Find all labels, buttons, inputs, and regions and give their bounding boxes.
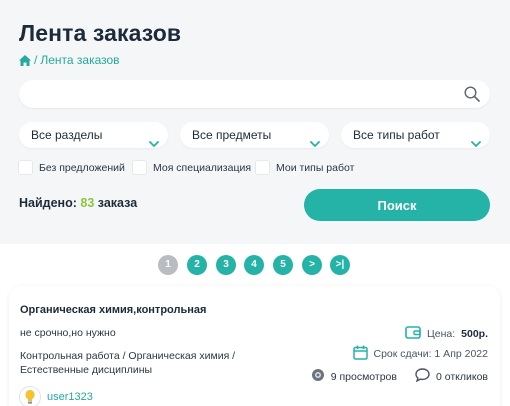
- search-bar: [19, 80, 490, 108]
- work-types-select-value: Все типы работ: [353, 128, 440, 142]
- order-author[interactable]: user1323: [20, 387, 93, 406]
- work-types-select[interactable]: Все типы работ: [341, 122, 490, 148]
- checkbox-box[interactable]: [256, 161, 269, 174]
- sections-select-value: Все разделы: [31, 128, 103, 142]
- calendar-icon: [352, 345, 368, 363]
- price-value: 500р.: [461, 327, 488, 340]
- results-count-number: 83: [80, 196, 95, 210]
- checkbox-box[interactable]: [133, 161, 146, 174]
- next-page-button[interactable]: >: [302, 255, 322, 275]
- avatar[interactable]: [20, 387, 40, 406]
- pagination: 1 2 3 4 5 > >|: [0, 244, 510, 286]
- page-4-button[interactable]: 4: [244, 255, 264, 275]
- page-3-button[interactable]: 3: [216, 255, 236, 275]
- results-found-label: Найдено:: [19, 196, 77, 210]
- subjects-select[interactable]: Все предметы: [180, 122, 329, 148]
- order-title[interactable]: Органическая химия,контрольная: [20, 304, 206, 316]
- last-page-button[interactable]: >|: [330, 255, 350, 275]
- checkbox-label: Без предложений: [39, 161, 125, 174]
- header-section: Лента заказов / Лента заказов Все раздел…: [0, 0, 510, 244]
- order-category: Контрольная работа / Органическая химия …: [20, 350, 236, 376]
- order-deadline: Срок сдачи: 1 Апр 2022: [352, 345, 489, 363]
- search-icon[interactable]: [464, 86, 480, 107]
- order-stats: 9 просмотров 0 откликов: [311, 368, 488, 385]
- page-title: Лента заказов: [19, 20, 182, 46]
- deadline-text: Срок сдачи: 1 Апр 2022: [373, 348, 489, 360]
- sections-select[interactable]: Все разделы: [19, 122, 168, 148]
- page-2-button[interactable]: 2: [187, 255, 207, 275]
- home-icon[interactable]: [19, 54, 31, 66]
- price-label: Цена:: [426, 327, 456, 340]
- checkbox-label: Моя специализация: [153, 161, 252, 174]
- no-offers-checkbox[interactable]: Без предложений: [19, 161, 125, 174]
- order-price: Цена: 500р.: [405, 325, 488, 342]
- my-work-types-checkbox[interactable]: Мои типы работ: [256, 161, 354, 174]
- wallet-icon: [405, 325, 421, 342]
- chevron-down-icon: [471, 131, 481, 157]
- breadcrumb-separator: /: [34, 53, 38, 67]
- views-count: 9 просмотров: [330, 370, 397, 383]
- comment-icon: [415, 368, 430, 385]
- breadcrumb-current[interactable]: Лента заказов: [40, 53, 119, 67]
- results-count-unit: заказа: [97, 196, 138, 210]
- responses-count: 0 откликов: [435, 370, 488, 383]
- checkbox-box[interactable]: [19, 161, 32, 174]
- search-input[interactable]: [19, 80, 449, 108]
- order-card[interactable]: Органическая химия,контрольная не срочно…: [9, 286, 500, 406]
- results-count: Найдено: 83 заказа: [19, 196, 137, 210]
- page-1-button[interactable]: 1: [158, 255, 178, 275]
- author-name[interactable]: user1323: [47, 391, 93, 403]
- my-specialization-checkbox[interactable]: Моя специализация: [133, 161, 251, 174]
- subjects-select-value: Все предметы: [192, 128, 272, 142]
- views-icon: [311, 368, 325, 385]
- page-5-button[interactable]: 5: [273, 255, 293, 275]
- chevron-down-icon: [310, 131, 320, 157]
- chevron-down-icon: [149, 131, 159, 157]
- order-description: не срочно,но нужно: [20, 327, 116, 339]
- checkbox-label: Мои типы работ: [276, 161, 355, 174]
- search-button[interactable]: Поиск: [304, 189, 490, 221]
- breadcrumb: / Лента заказов: [19, 53, 120, 67]
